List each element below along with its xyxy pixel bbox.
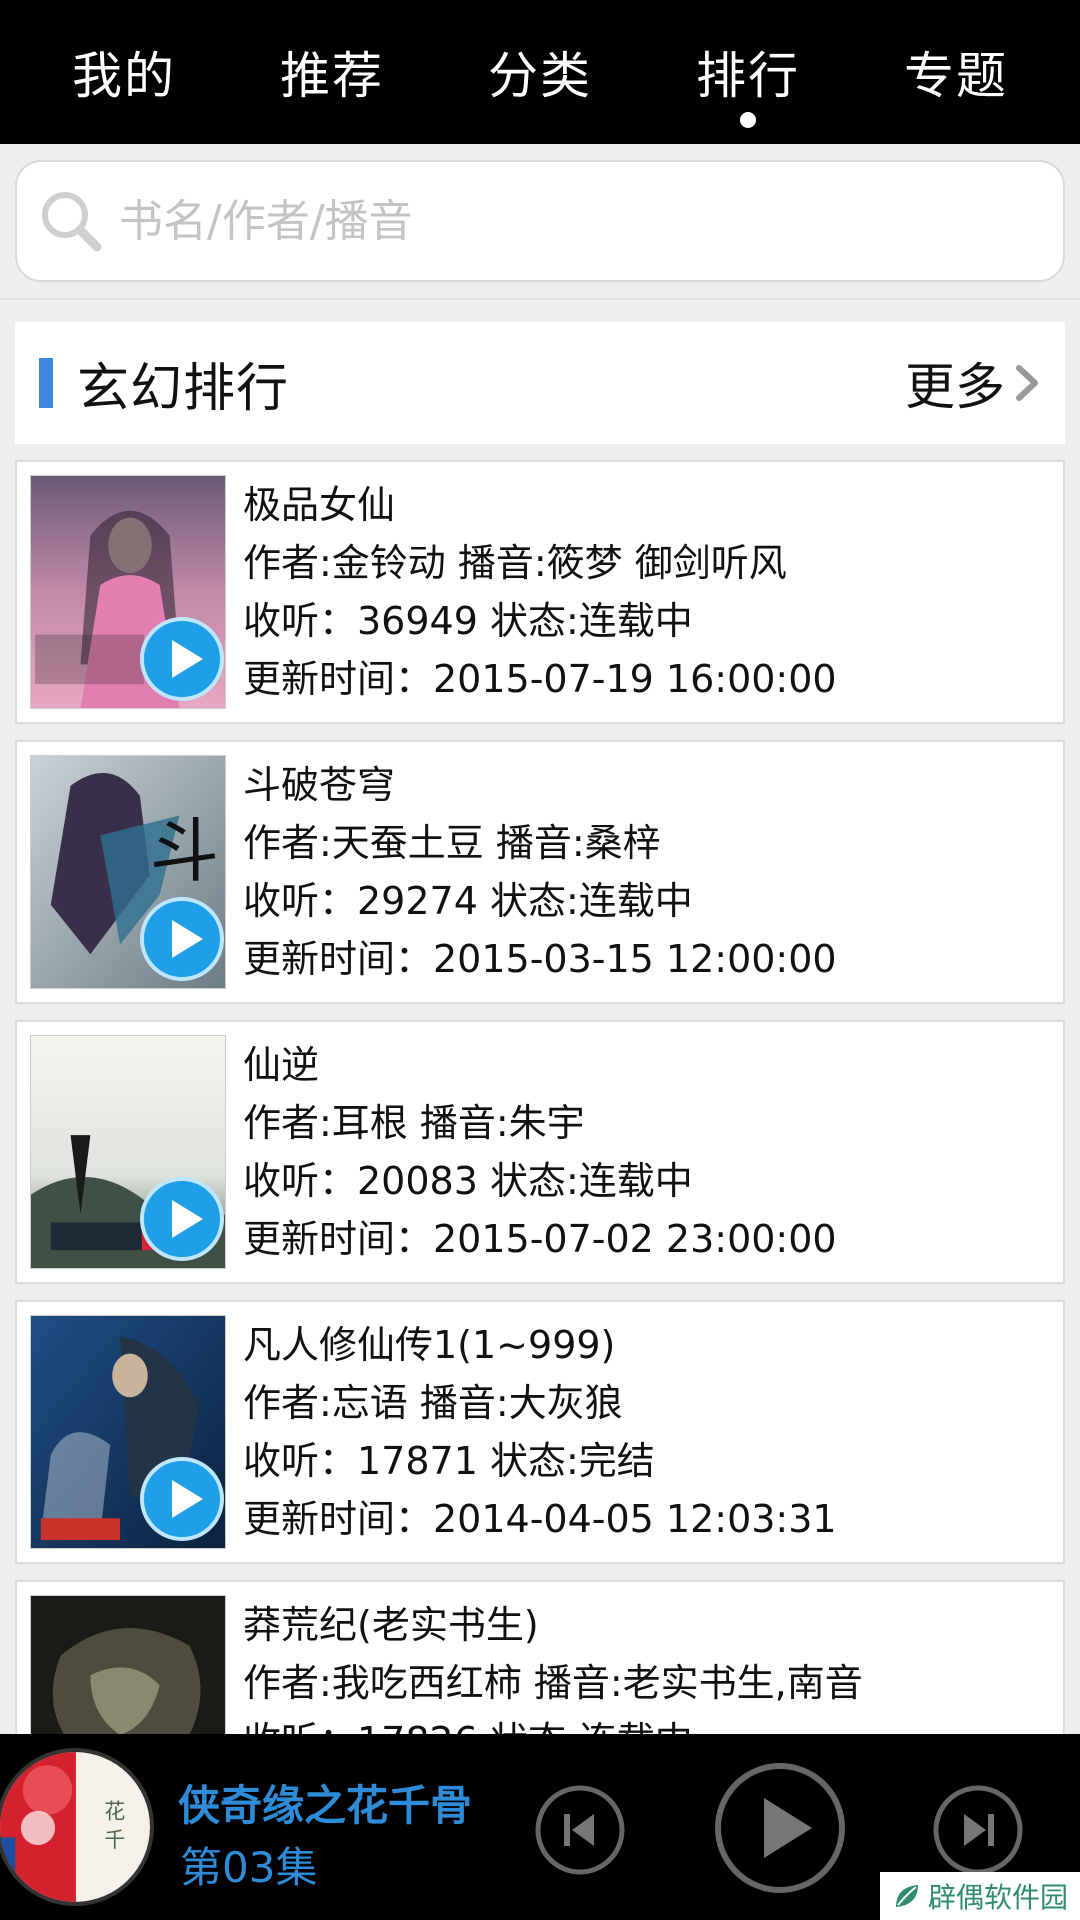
previous-track-icon[interactable]	[532, 1782, 628, 1878]
book-updated: 更新时间：2015-03-15 12:00:00	[243, 937, 837, 981]
book-info: 仙逆 作者:耳根 播音:朱宇 收听：20083 状态:连载中 更新时间：2015…	[243, 1036, 1053, 1268]
tab-label: 我的	[72, 47, 176, 105]
book-author: 作者:天蚕土豆 播音:桑梓	[243, 821, 661, 865]
book-listens: 收听：20083 状态:连载中	[243, 1159, 693, 1203]
now-playing-cover-image: 花 千	[0, 1752, 150, 1902]
book-title: 极品女仙	[243, 483, 396, 527]
search-box[interactable]	[15, 160, 1065, 282]
play-icon	[140, 617, 224, 701]
watermark-text: 辟偶软件园	[928, 1881, 1069, 1914]
play-icon	[140, 1457, 224, 1541]
now-playing-episode: 第03集	[180, 1843, 318, 1892]
tab-label: 分类	[488, 47, 592, 105]
book-listens: 收听：17871 状态:完结	[243, 1439, 655, 1483]
book-author: 作者:我吃西红柿 播音:老实书生,南音	[243, 1661, 863, 1705]
list-item[interactable]: 极品女仙 作者:金铃动 播音:筱梦 御剑听风 收听：36949 状态:连载中 更…	[15, 460, 1065, 724]
book-cover	[30, 1035, 226, 1269]
play-icon[interactable]	[712, 1760, 848, 1896]
more-label: 更多	[905, 358, 1005, 416]
tab-ranking[interactable]: 排行	[648, 0, 848, 144]
tab-label: 推荐	[280, 47, 384, 105]
next-track-icon[interactable]	[930, 1782, 1026, 1878]
tab-category[interactable]: 分类	[440, 0, 640, 144]
section-title: 玄幻排行	[77, 358, 290, 419]
book-cover	[30, 475, 226, 709]
search-area	[0, 144, 1080, 300]
book-title: 斗破苍穹	[243, 763, 396, 807]
book-updated: 更新时间：2015-07-02 23:00:00	[243, 1217, 837, 1261]
more-button[interactable]: 更多	[905, 347, 1043, 419]
book-title: 凡人修仙传1(1~999)	[243, 1323, 616, 1367]
svg-text:斗: 斗	[150, 812, 219, 892]
active-tab-indicator	[740, 112, 756, 128]
chevron-right-icon	[1016, 365, 1038, 401]
book-listens: 收听：29274 状态:连载中	[243, 879, 693, 923]
book-author: 作者:金铃动 播音:筱梦 御剑听风	[243, 541, 787, 585]
svg-text:千: 千	[104, 1828, 125, 1852]
book-author: 作者:忘语 播音:大灰狼	[243, 1381, 623, 1425]
tab-recommend[interactable]: 推荐	[232, 0, 432, 144]
tab-topics[interactable]: 专题	[856, 0, 1056, 144]
list-item[interactable]: 仙逆 作者:耳根 播音:朱宇 收听：20083 状态:连载中 更新时间：2015…	[15, 1020, 1065, 1284]
book-cover: 斗	[30, 755, 226, 989]
tab-mine[interactable]: 我的	[24, 0, 224, 144]
book-cover	[30, 1315, 226, 1549]
tab-label: 排行	[696, 47, 800, 105]
book-info: 凡人修仙传1(1~999) 作者:忘语 播音:大灰狼 收听：17871 状态:完…	[243, 1316, 1053, 1548]
play-icon	[140, 897, 224, 981]
list-item[interactable]: 凡人修仙传1(1~999) 作者:忘语 播音:大灰狼 收听：17871 状态:完…	[15, 1300, 1065, 1564]
section-accent-bar	[39, 358, 53, 408]
play-icon	[140, 1177, 224, 1261]
list-item[interactable]: 斗 斗破苍穹 作者:天蚕土豆 播音:桑梓 收听：29274 状态:连载中 更新时…	[15, 740, 1065, 1004]
book-updated: 更新时间：2015-07-19 16:00:00	[243, 657, 837, 701]
book-list: 极品女仙 作者:金铃动 播音:筱梦 御剑听风 收听：36949 状态:连载中 更…	[15, 460, 1065, 1860]
top-nav: 我的 推荐 分类 排行 专题	[0, 0, 1080, 144]
leaf-logo-icon	[896, 1885, 918, 1907]
book-listens: 收听：36949 状态:连载中	[243, 599, 693, 643]
book-title: 仙逆	[243, 1043, 320, 1087]
book-author: 作者:耳根 播音:朱宇	[243, 1101, 585, 1145]
watermark: 辟偶软件园	[880, 1872, 1080, 1920]
player-cover[interactable]: 花 千	[0, 1748, 154, 1906]
book-title: 莽荒纪(老实书生)	[243, 1603, 539, 1647]
tab-label: 专题	[904, 47, 1008, 105]
svg-text:花: 花	[104, 1799, 125, 1823]
search-icon	[42, 192, 102, 252]
book-info: 极品女仙 作者:金铃动 播音:筱梦 御剑听风 收听：36949 状态:连载中 更…	[243, 476, 1053, 708]
book-updated: 更新时间：2014-04-05 12:03:31	[243, 1497, 837, 1541]
book-info: 斗破苍穹 作者:天蚕土豆 播音:桑梓 收听：29274 状态:连载中 更新时间：…	[243, 756, 1053, 988]
search-input[interactable]	[119, 195, 1063, 247]
now-playing-title: 侠奇缘之花千骨	[178, 1781, 473, 1830]
section-header: 玄幻排行 更多	[15, 322, 1065, 444]
